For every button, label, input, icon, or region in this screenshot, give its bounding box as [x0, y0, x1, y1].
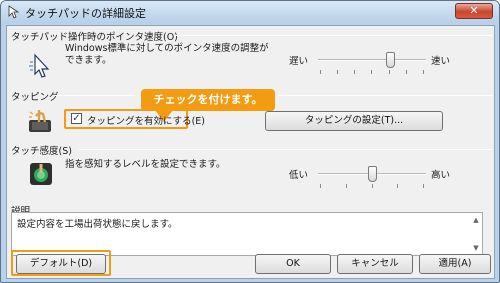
sensitivity-low-label: 低い [289, 170, 309, 181]
speed-slow-label: 遅い [289, 56, 309, 67]
sensitivity-slider-thumb[interactable] [367, 166, 377, 182]
window-title: タッチパッドの詳細設定 [25, 7, 146, 20]
tapping-section-header: タッピング [11, 92, 59, 103]
tapping-enable-checkbox[interactable]: ✓ [71, 113, 82, 124]
divider [175, 35, 493, 36]
sensitivity-section-header: タッチ感度(S) [11, 146, 72, 157]
close-button[interactable]: ✕ [455, 3, 493, 19]
dialog-body: タッチパッド操作時のポインタ速度(O) Windows標準に対してのポインタ速度… [6, 25, 495, 279]
divider [79, 149, 493, 150]
scroll-up-icon[interactable]: ▲ [470, 214, 482, 226]
pointer-speed-icon [29, 53, 50, 78]
speed-fast-label: 速い [431, 56, 451, 67]
speed-slider-thumb[interactable] [385, 52, 395, 68]
cancel-button[interactable]: キャンセル [337, 254, 413, 274]
sensitivity-description: 指を感知するレベルを設定できます。 [65, 159, 226, 170]
speed-description: Windows標準に対してのポインタ速度の調整ができます。 [65, 43, 269, 66]
tapping-settings-button[interactable]: タッピングの設定(T)... [265, 111, 443, 131]
instruction-callout: チェックを付けます。 [141, 89, 275, 111]
tapping-enable-label[interactable]: タッピングを有効にする(E) [87, 113, 205, 127]
speed-slider-ticks [320, 70, 424, 74]
scroll-down-icon[interactable]: ▼ [470, 242, 482, 254]
touchpad-app-icon [8, 5, 20, 19]
sensitivity-high-label: 高い [431, 170, 451, 181]
dialog-window: タッチパッドの詳細設定 ✕ タッチパッド操作時のポインタ速度(O) Window… [0, 0, 500, 283]
default-button[interactable]: デフォルト(D) [16, 254, 106, 274]
speed-section-header: タッチパッド操作時のポインタ速度(O) [11, 32, 178, 43]
explanation-text: 設定内容を工場出荷状態に戻します。 [17, 219, 178, 230]
speed-slider-track [318, 59, 426, 61]
apply-button[interactable]: 適用(A) [419, 254, 491, 274]
touch-sensitivity-icon [30, 163, 52, 185]
divider [55, 95, 135, 96]
title-bar[interactable]: タッチパッドの詳細設定 ✕ [1, 1, 499, 23]
sensitivity-slider-ticks [320, 184, 424, 188]
tapping-icon [29, 110, 51, 132]
ok-button[interactable]: OK [255, 254, 331, 274]
divider [279, 95, 493, 96]
